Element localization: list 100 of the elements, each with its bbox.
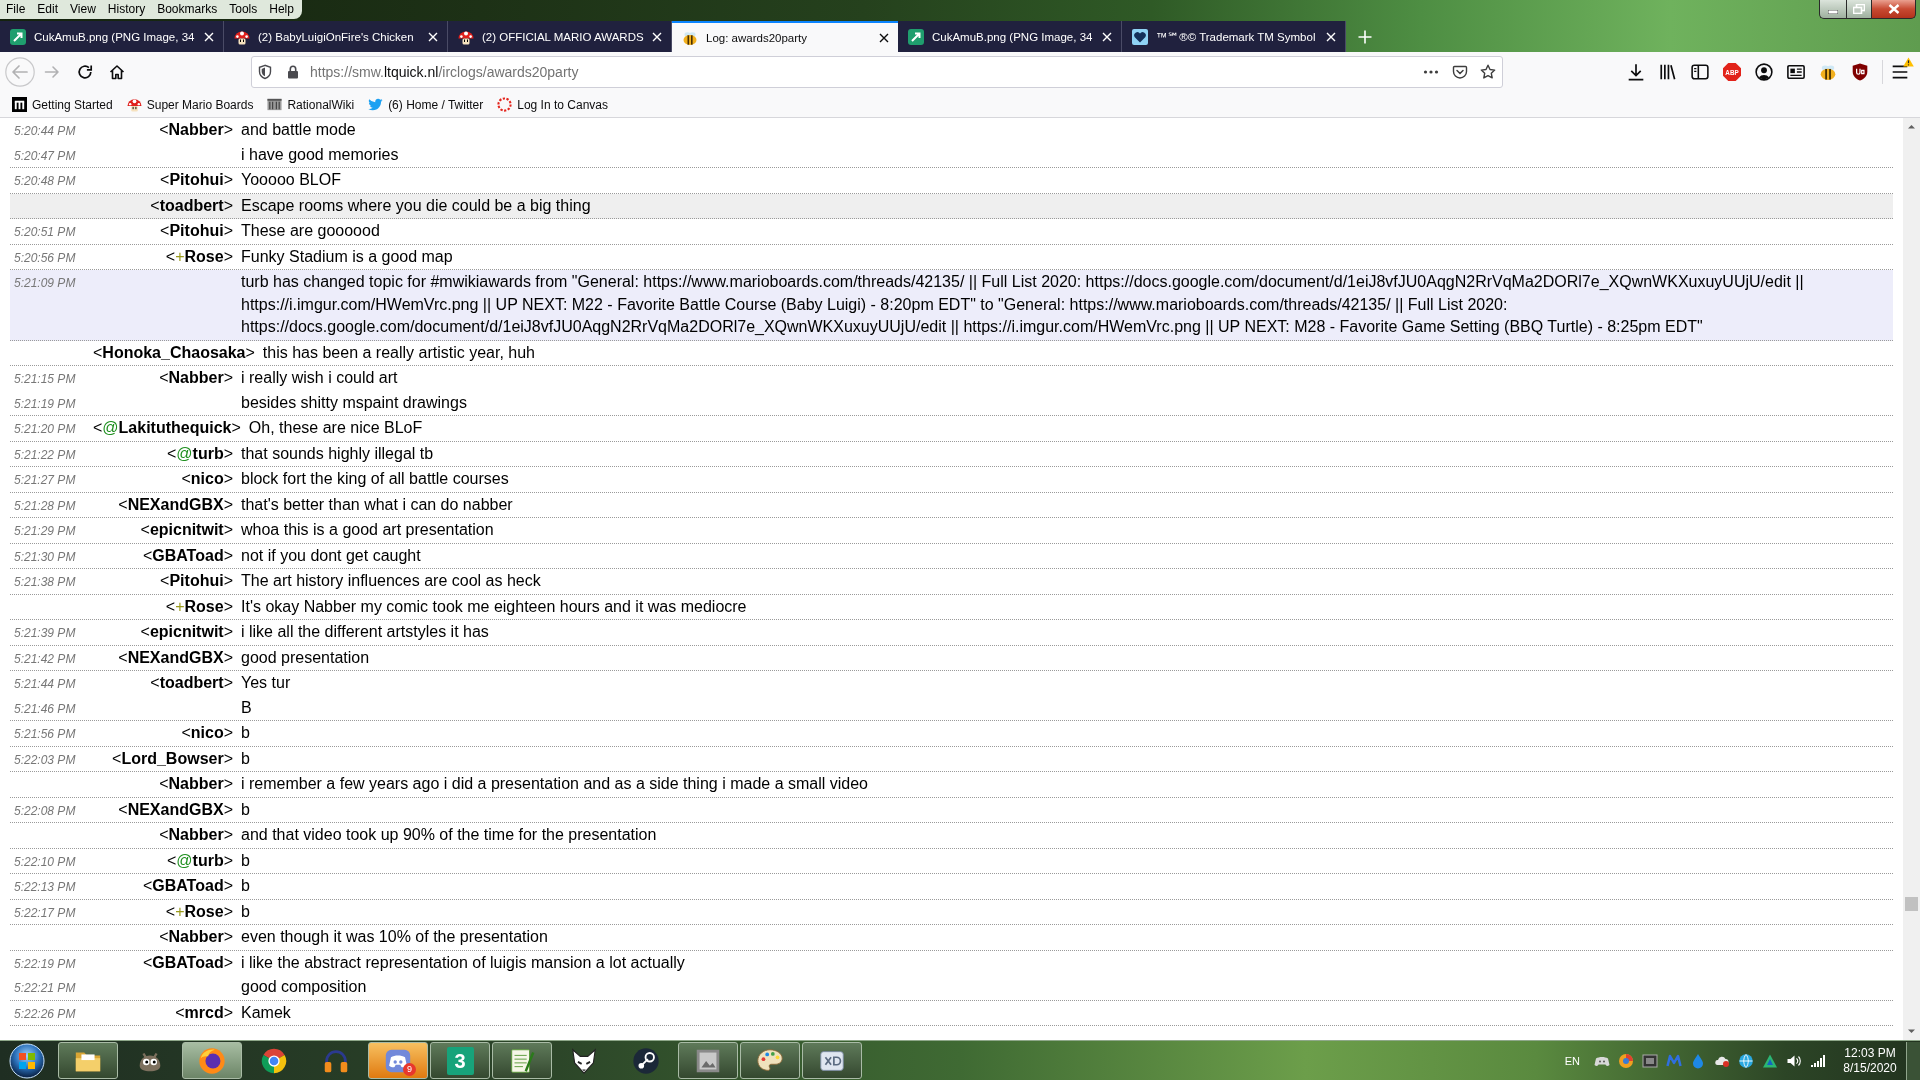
timestamp: 5:21:20 PM — [14, 422, 76, 436]
bookmark-item[interactable]: (6) Home / Twitter — [368, 97, 484, 112]
nickname: <@Lakituthequick> — [93, 419, 241, 436]
message-text: whoa this is a good art presentation — [241, 520, 494, 540]
nickname: <Nabber> — [159, 826, 233, 843]
reload-icon[interactable] — [77, 64, 93, 80]
nickname: <toadbert> — [150, 196, 233, 214]
nickname: <GBAToad> — [142, 877, 233, 894]
nickname: <+Rose> — [165, 902, 233, 920]
message-text: b — [241, 876, 250, 896]
plus-icon[interactable] — [1358, 29, 1372, 44]
star-icon[interactable] — [1480, 64, 1496, 80]
square-icon — [12, 97, 27, 112]
browser-tab[interactable]: CukAmuB.png (PNG Image, 34 — [898, 21, 1122, 52]
nickname: <+Rose> — [165, 597, 233, 615]
show-desktop-button[interactable] — [1906, 1041, 1920, 1080]
browser-tab[interactable]: CukAmuB.png (PNG Image, 34 — [0, 21, 224, 52]
bee-icon[interactable] — [1819, 63, 1837, 81]
shield-icon[interactable] — [1851, 63, 1869, 81]
nickname: <Pitohui> — [160, 222, 233, 239]
message-text: that's better than what i can do nabber — [241, 494, 513, 515]
taskbar-button[interactable] — [492, 1042, 552, 1079]
bookmark-item[interactable]: Log In to Canvas — [497, 97, 608, 112]
taskbar-button[interactable] — [802, 1042, 862, 1079]
taskbar-button[interactable] — [678, 1042, 738, 1079]
close-icon[interactable] — [879, 32, 889, 43]
linked-circles-icon — [631, 1045, 661, 1076]
menu-item[interactable]: View — [70, 0, 96, 19]
heart-icon — [1132, 28, 1148, 45]
language-indicator[interactable]: EN — [1564, 1054, 1580, 1067]
message-text: b — [241, 723, 250, 743]
library-icon[interactable] — [1659, 63, 1677, 81]
nickname: <@turb> — [166, 444, 233, 462]
timestamp: 5:22:03 PM — [14, 752, 76, 767]
message-text: Yooooo BLOF — [241, 170, 341, 190]
nickname: <nico> — [181, 724, 233, 741]
message-text: b — [241, 901, 250, 922]
pouch-icon[interactable] — [1452, 64, 1468, 80]
nickname: <Nabber> — [159, 121, 233, 138]
browser-tab[interactable]: ™℠®© Trademark TM Symbol — [1122, 21, 1346, 52]
minimize-button[interactable] — [1819, 0, 1846, 19]
timestamp: 5:21:27 PM — [14, 473, 76, 487]
timestamp: 5:22:13 PM — [14, 880, 76, 894]
menu-item[interactable]: Tools — [229, 0, 258, 19]
browser-tab[interactable]: (2) BabyLuigiOnFire's Chicken — [224, 21, 448, 52]
browser-tab[interactable]: Log: awards20party — [672, 21, 898, 52]
start-button[interactable] — [7, 1040, 47, 1080]
message-text: It's okay Nabber my comic took me eighteen hours and it was mediocre — [241, 596, 747, 617]
more-dots-icon[interactable] — [1423, 69, 1439, 75]
bookmark-item[interactable]: RationalWiki — [267, 97, 355, 112]
timestamp: 5:21:09 PM — [14, 276, 76, 290]
scrollbar[interactable] — [1903, 118, 1920, 1040]
menu-item[interactable]: Bookmarks — [157, 0, 218, 19]
taskbar-button[interactable] — [58, 1042, 118, 1079]
message-text: i have good memories — [241, 144, 399, 165]
menu-item[interactable]: File — [6, 0, 26, 19]
clock-time[interactable]: 12:03 PM — [1844, 1045, 1896, 1061]
timestamp: 5:21:39 PM — [14, 626, 76, 640]
timestamp: 5:22:19 PM — [14, 956, 76, 971]
scroll-thumb[interactable] — [1905, 897, 1918, 911]
taskbar-button[interactable]: 9 — [368, 1042, 428, 1079]
browser-tab[interactable]: (2) OFFICIAL MARIO AWARDS — [448, 21, 672, 52]
sidebar-icon[interactable] — [1691, 63, 1709, 81]
taskbar-button[interactable] — [740, 1042, 800, 1079]
close-button[interactable] — [1872, 0, 1916, 19]
account-icon[interactable] — [1755, 63, 1773, 81]
ball-icon[interactable] — [1618, 1052, 1634, 1069]
message-text: good composition — [241, 977, 367, 997]
bookmark-item[interactable]: Super Mario Boards — [126, 97, 254, 112]
shield-icon[interactable] — [257, 64, 273, 80]
home-icon[interactable] — [109, 64, 125, 80]
globe-icon[interactable] — [1738, 1052, 1754, 1069]
download-icon[interactable] — [1627, 63, 1645, 81]
menu-icon[interactable] — [1891, 63, 1909, 81]
nickname: <toadbert> — [150, 674, 233, 691]
message-text: i like all the different artstyles it has — [241, 622, 489, 642]
address-bar[interactable]: https://smw.ltquick.nl/irclogs/awards20party — [251, 56, 1503, 88]
mushroom-icon — [126, 97, 142, 112]
timestamp: 5:22:21 PM — [14, 981, 76, 995]
message-text: and battle mode — [241, 120, 356, 140]
clock-date[interactable]: 8/15/2020 — [1843, 1060, 1897, 1076]
nickname: <mrcd> — [175, 1003, 233, 1021]
message-text: not if you dont get caught — [241, 545, 421, 566]
building-icon — [267, 97, 283, 112]
timestamp: 5:21:46 PM — [14, 701, 76, 716]
timestamp: 5:21:22 PM — [14, 447, 76, 462]
triangle-icon[interactable] — [1762, 1052, 1778, 1069]
card-icon[interactable] — [1787, 63, 1805, 81]
message-text: i remember a few years ago i did a presentation and as a side thing i made a small video — [241, 774, 868, 794]
menu-item[interactable]: Edit — [37, 0, 59, 19]
menu-item[interactable]: Help — [269, 0, 294, 19]
timestamp: 5:21:30 PM — [14, 549, 76, 564]
restore-button[interactable] — [1846, 0, 1872, 19]
signal-bars-icon[interactable] — [1810, 1052, 1826, 1069]
nickname: <Nabber> — [159, 369, 233, 386]
menu-item[interactable]: History — [107, 0, 146, 19]
chip-icon[interactable] — [1642, 1052, 1658, 1069]
bookmark-item[interactable]: Getting Started — [12, 97, 113, 112]
timestamp: 5:20:56 PM — [14, 250, 76, 265]
lock-icon[interactable] — [285, 64, 301, 80]
